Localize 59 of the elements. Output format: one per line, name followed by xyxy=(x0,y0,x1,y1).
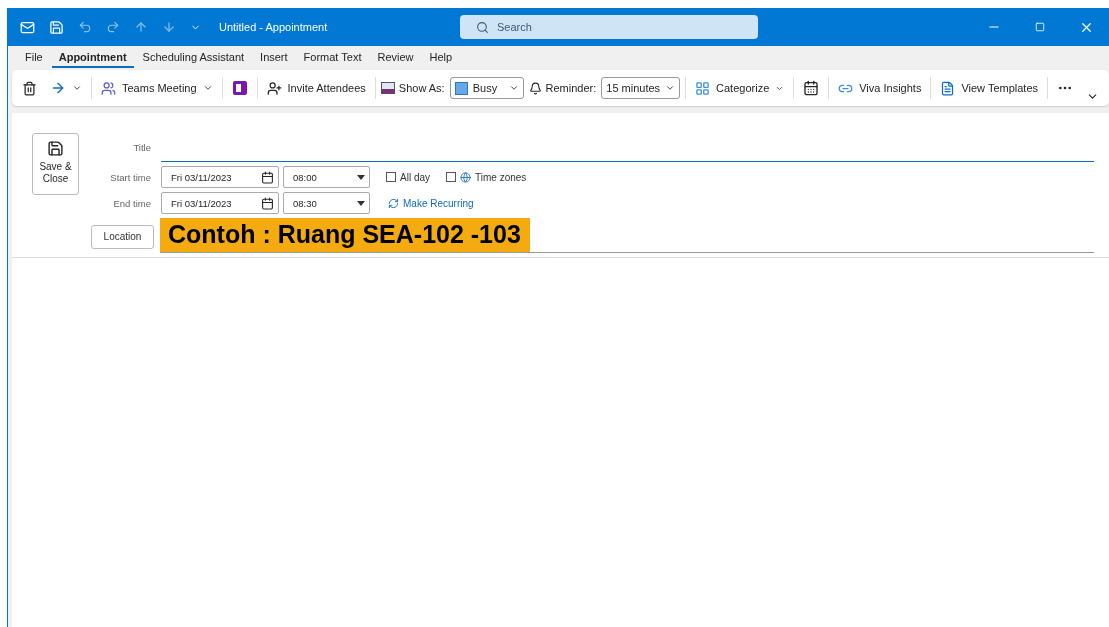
maximize-icon xyxy=(1035,22,1045,32)
teams-meeting-button[interactable]: Teams Meeting xyxy=(97,77,217,99)
caret-icon xyxy=(357,174,365,180)
location-button[interactable]: Location xyxy=(91,224,154,249)
chevron-down-icon xyxy=(202,83,213,93)
date-field[interactable]: Fri 03/11/2023 xyxy=(161,192,279,214)
notebook-icon xyxy=(231,80,248,96)
time-label: End time xyxy=(112,197,152,209)
grid-icon xyxy=(695,80,711,96)
search-field[interactable]: Search xyxy=(460,15,758,39)
caret-icon xyxy=(357,200,365,206)
title-label: Title xyxy=(132,142,152,153)
reminder-label: Reminder: xyxy=(545,82,597,94)
document-icon xyxy=(940,80,956,96)
all-day-checkbox[interactable] xyxy=(386,172,396,182)
time-field[interactable]: 08:30 xyxy=(283,192,370,214)
chevron-down-icon xyxy=(508,83,519,93)
ribbon-tab[interactable]: File xyxy=(18,48,50,68)
ribbon-tab[interactable]: Insert xyxy=(253,48,295,68)
globe-icon xyxy=(460,171,471,183)
bell-icon xyxy=(528,81,542,95)
time-zones-label: Time zones xyxy=(475,171,527,183)
viva-insights-button[interactable]: Viva Insights xyxy=(834,77,926,99)
show-as-label: Show As: xyxy=(398,82,445,94)
refresh-icon xyxy=(388,197,399,209)
people-icon xyxy=(101,80,116,96)
time-zones-checkbox[interactable] xyxy=(446,172,456,182)
ribbon-tab[interactable]: Appointment xyxy=(51,48,134,68)
reminder-select[interactable]: 15 minutes xyxy=(601,77,681,99)
window-title: Untitled - Appointment xyxy=(219,21,329,33)
mail-icon xyxy=(20,19,35,35)
calendar-icon xyxy=(803,80,820,96)
invite-attendees-button[interactable]: Invite Attendees xyxy=(262,77,370,99)
all-day-label: All day xyxy=(400,171,430,183)
chevron-down-icon xyxy=(72,83,82,93)
calendar-icon[interactable] xyxy=(261,170,274,184)
make-recurring-link[interactable]: Make Recurring xyxy=(388,197,474,209)
chevron-down-icon xyxy=(665,83,676,93)
categorize-button[interactable]: Categorize xyxy=(691,77,789,99)
ribbon-tab[interactable]: Help xyxy=(422,48,460,68)
time-label: Start time xyxy=(109,171,152,183)
ribbon-tab[interactable]: Scheduling Assistant xyxy=(135,48,252,68)
ribbon-tab[interactable]: Review xyxy=(370,48,421,68)
show-as-select[interactable]: Busy xyxy=(449,77,524,99)
trash-icon xyxy=(22,80,37,96)
location-field[interactable]: Contoh : Ruang SEA-102 -103 xyxy=(160,218,530,252)
date-field[interactable]: Fri 03/11/2023 xyxy=(161,166,279,188)
save-icon[interactable] xyxy=(49,19,64,35)
save-close-button[interactable]: Save & Close xyxy=(32,133,79,195)
color-swatch xyxy=(454,81,468,95)
person-add-icon xyxy=(266,80,282,96)
arrow-right-icon xyxy=(50,80,66,96)
save-icon xyxy=(47,140,64,157)
time-field[interactable]: 08:00 xyxy=(283,166,370,188)
calendar-icon[interactable] xyxy=(261,196,274,210)
view-templates-button[interactable]: View Templates xyxy=(936,77,1043,99)
show-as-icon xyxy=(380,82,395,94)
ribbon-tab[interactable]: Format Text xyxy=(296,48,369,68)
search-icon xyxy=(476,20,489,34)
